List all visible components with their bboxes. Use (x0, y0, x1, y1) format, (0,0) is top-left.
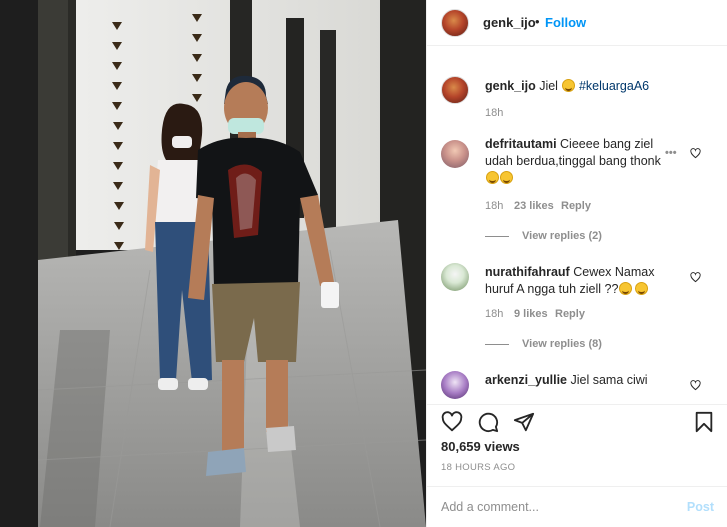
comment-username[interactable]: arkenzi_yullie (485, 373, 567, 387)
comment-time: 18h (485, 200, 504, 212)
comment-likes[interactable]: 23 likes (514, 200, 554, 212)
comment-time: 18h (485, 308, 504, 320)
comment-text-line2: udah berdua,tinggal bang thonk (485, 154, 661, 168)
author-avatar[interactable] (441, 9, 469, 37)
rofl-emoji-icon (486, 171, 499, 184)
commenter-avatar[interactable] (441, 263, 469, 291)
view-replies-line (485, 344, 509, 345)
comment-input[interactable]: Add a comment... (441, 500, 539, 514)
caption-time: 18h (485, 107, 504, 119)
post-comment-button[interactable]: Post (687, 500, 714, 514)
comment-text-line1: Cieeee bang ziel (560, 137, 654, 151)
post-header: genk_ijo • Follow (427, 0, 727, 46)
bookmark-icon[interactable] (694, 411, 714, 433)
post-media[interactable] (0, 0, 426, 527)
comment-like-heart-icon[interactable] (690, 148, 701, 159)
post-side-panel: genk_ijo • Follow genk_ijo Jiel #keluarg… (426, 0, 727, 527)
grin-emoji-icon (562, 79, 576, 92)
caption: genk_ijo Jiel #keluargaA6 (485, 78, 649, 95)
comment-2: nurathifahrauf Cewex Namax huruf A ngga … (485, 264, 695, 298)
comment-username[interactable]: defritautami (485, 137, 557, 151)
heart-icon[interactable] (441, 411, 463, 433)
commenter-avatar[interactable] (441, 140, 469, 168)
comment-1: defritautami Cieeee bang ziel udah berdu… (485, 136, 685, 187)
comment-more-icon[interactable]: ••• (665, 147, 677, 159)
add-comment-bar: Add a comment... Post (427, 486, 727, 527)
caption-hashtag[interactable]: #keluargaA6 (579, 79, 649, 93)
share-icon[interactable] (513, 411, 535, 433)
comment-text-line2: huruf A ngga tuh ziell ?? (485, 282, 619, 296)
view-replies-button[interactable]: View replies (8) (522, 338, 602, 350)
comment-icon[interactable] (477, 411, 499, 433)
follow-button[interactable]: Follow (545, 15, 586, 30)
comment-3: arkenzi_yullie Jiel sama ciwi (485, 372, 695, 389)
grin-emoji-icon (635, 282, 649, 295)
comment-text-line1: Cewex Namax (573, 265, 655, 279)
caption-text: Jiel (539, 79, 558, 93)
post-actions: 80,659 views 18 HOURS AGO (427, 404, 727, 486)
grin-emoji-icon (619, 282, 633, 295)
view-replies-button[interactable]: View replies (2) (522, 230, 602, 242)
views-count: 80,659 views (441, 439, 520, 454)
comment-text-line1: Jiel sama ciwi (570, 373, 648, 387)
comment-likes[interactable]: 9 likes (514, 308, 548, 320)
video-frame (0, 0, 426, 527)
separator-dot: • (535, 14, 540, 29)
reply-button[interactable]: Reply (555, 308, 585, 320)
comment-username[interactable]: nurathifahrauf (485, 265, 570, 279)
comment-like-heart-icon[interactable] (690, 380, 701, 391)
view-replies-line (485, 236, 509, 237)
commenter-avatar[interactable] (441, 371, 469, 399)
reply-button[interactable]: Reply (561, 200, 591, 212)
comments-list[interactable]: genk_ijo Jiel #keluargaA6 18h defritauta… (427, 46, 727, 404)
post-timestamp: 18 HOURS AGO (441, 462, 516, 473)
author-username[interactable]: genk_ijo (483, 15, 536, 30)
comment-like-heart-icon[interactable] (690, 272, 701, 283)
caption-username[interactable]: genk_ijo (485, 79, 536, 93)
rofl-emoji-icon (500, 171, 513, 184)
caption-avatar[interactable] (441, 76, 469, 104)
